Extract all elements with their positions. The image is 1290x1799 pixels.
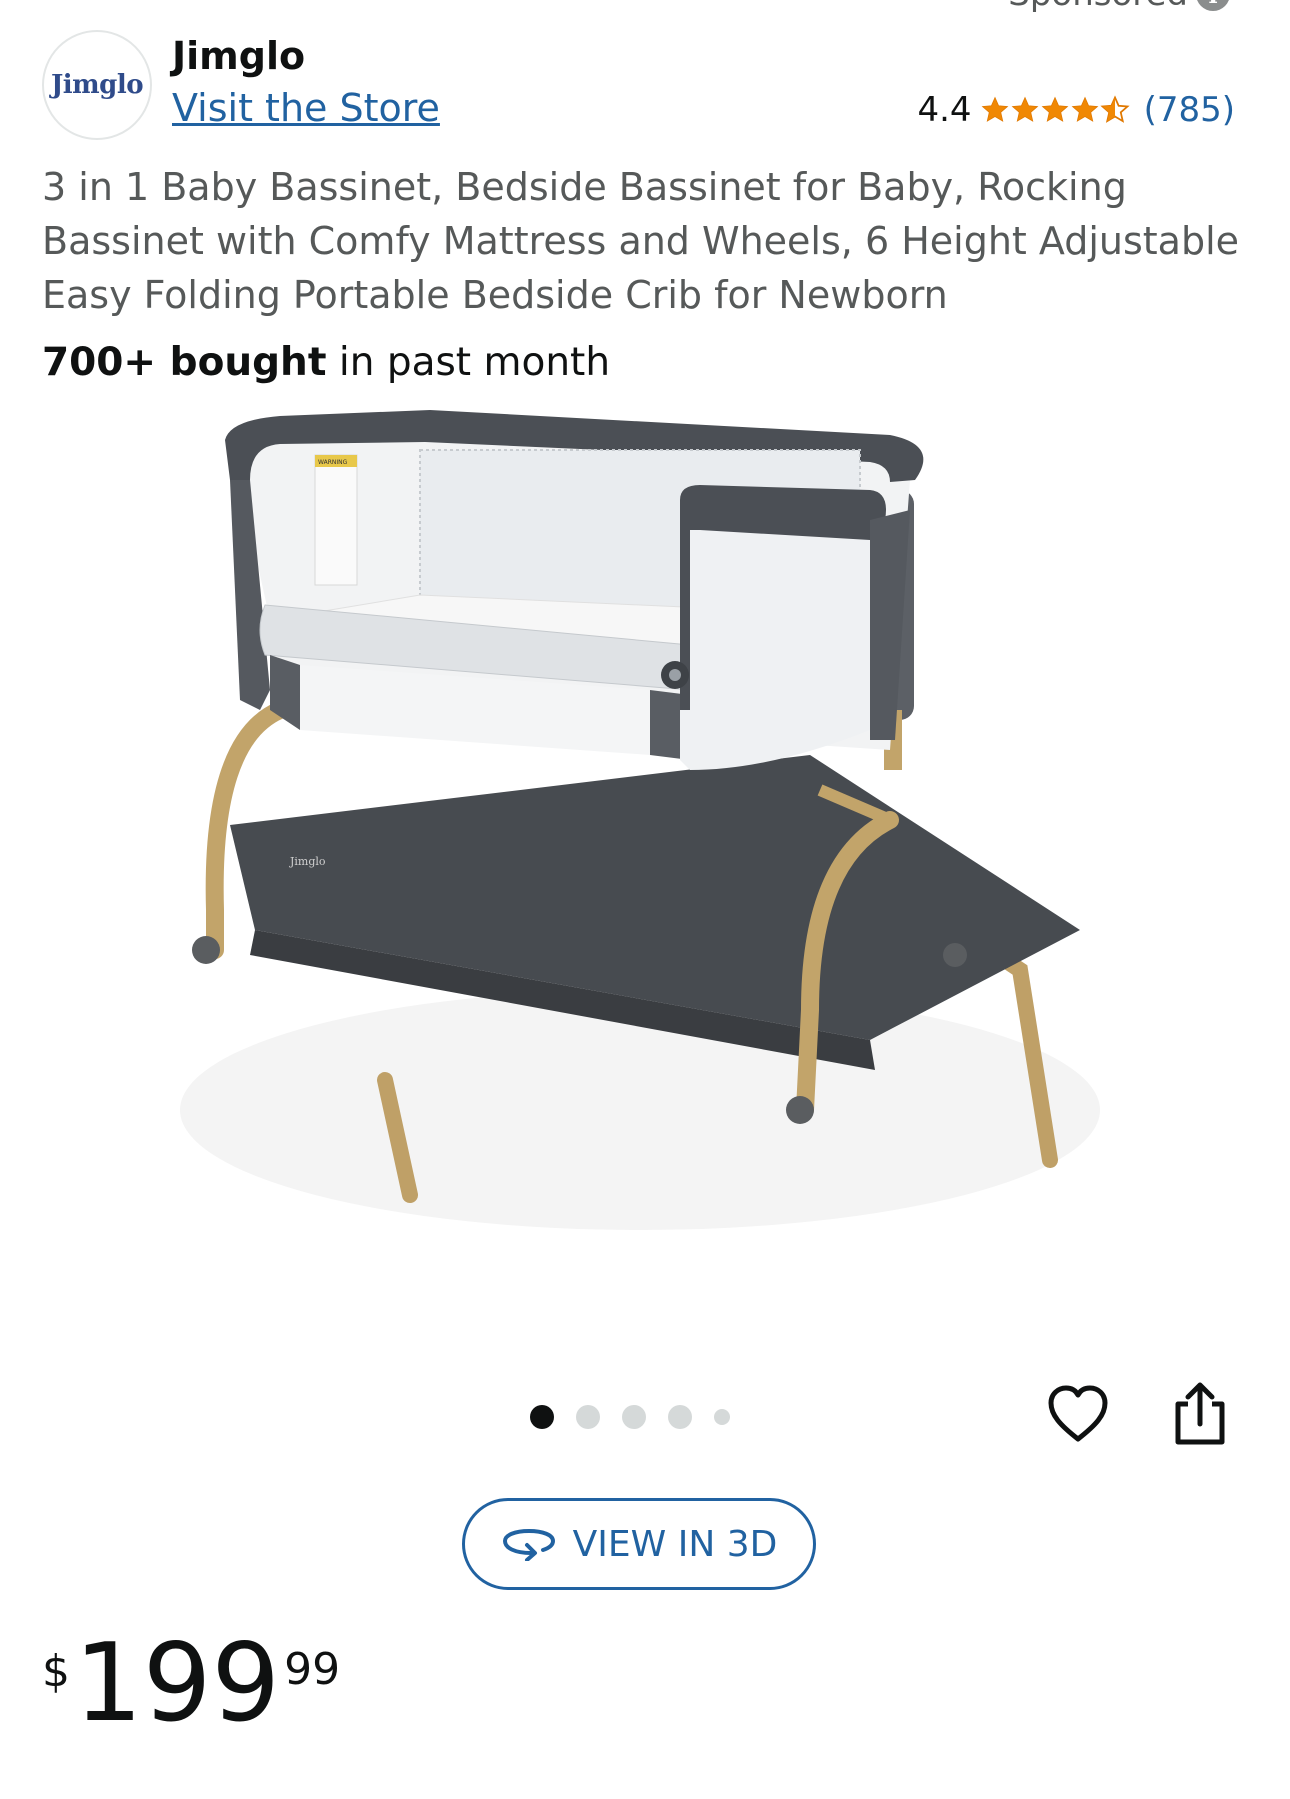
sponsored-label[interactable]: Sponsored i: [1008, 0, 1230, 14]
price-symbol: $: [42, 1646, 70, 1697]
info-icon[interactable]: i: [1196, 0, 1230, 11]
review-count[interactable]: (785): [1144, 90, 1235, 130]
view-in-3d-button[interactable]: VIEW IN 3D: [462, 1498, 816, 1590]
half-star-icon: [1099, 95, 1130, 123]
carousel-dot[interactable]: [576, 1405, 600, 1429]
share-icon[interactable]: [1170, 1380, 1230, 1448]
bought-count: 700+ bought in past month: [42, 340, 610, 385]
product-image[interactable]: Jimglo WARNING: [170, 410, 1120, 1310]
star-icon: [981, 96, 1008, 122]
rating-summary[interactable]: 4.4 (785): [917, 90, 1235, 130]
rating-value: 4.4: [917, 90, 972, 130]
star-rating: [980, 95, 1130, 125]
carousel-dot[interactable]: [530, 1405, 554, 1429]
star-icon: [1071, 96, 1098, 122]
carousel-dot[interactable]: [714, 1409, 730, 1425]
carousel-dot[interactable]: [668, 1405, 692, 1429]
price-fraction: 99: [284, 1644, 341, 1695]
product-title: 3 in 1 Baby Bassinet, Bedside Bassinet f…: [42, 165, 1240, 317]
rotate-3d-icon: [502, 1528, 555, 1561]
basket-logo: Jimglo: [289, 855, 326, 868]
warning-label: WARNING: [318, 459, 348, 466]
view-in-3d-label: VIEW IN 3D: [572, 1523, 778, 1565]
star-icon: [1011, 96, 1038, 122]
brand-logo[interactable]: Jimglo: [42, 30, 152, 140]
heart-icon[interactable]: [1046, 1383, 1110, 1447]
image-carousel-dots: [530, 1405, 730, 1429]
price-whole: 199: [74, 1621, 281, 1746]
brand-header: Jimglo Jimglo Visit the Store 4.4 (785): [42, 30, 1235, 140]
sponsored-text: Sponsored: [1008, 0, 1188, 14]
carousel-dot[interactable]: [622, 1405, 646, 1429]
visit-store-link[interactable]: Visit the Store: [172, 86, 440, 130]
price: $ 199 99: [42, 1628, 340, 1748]
brand-name: Jimglo: [172, 34, 306, 78]
star-icon: [1041, 96, 1068, 122]
bought-count-rest: in past month: [326, 340, 611, 385]
brand-logo-text: Jimglo: [50, 70, 144, 100]
bought-count-strong: 700+ bought: [42, 340, 327, 385]
